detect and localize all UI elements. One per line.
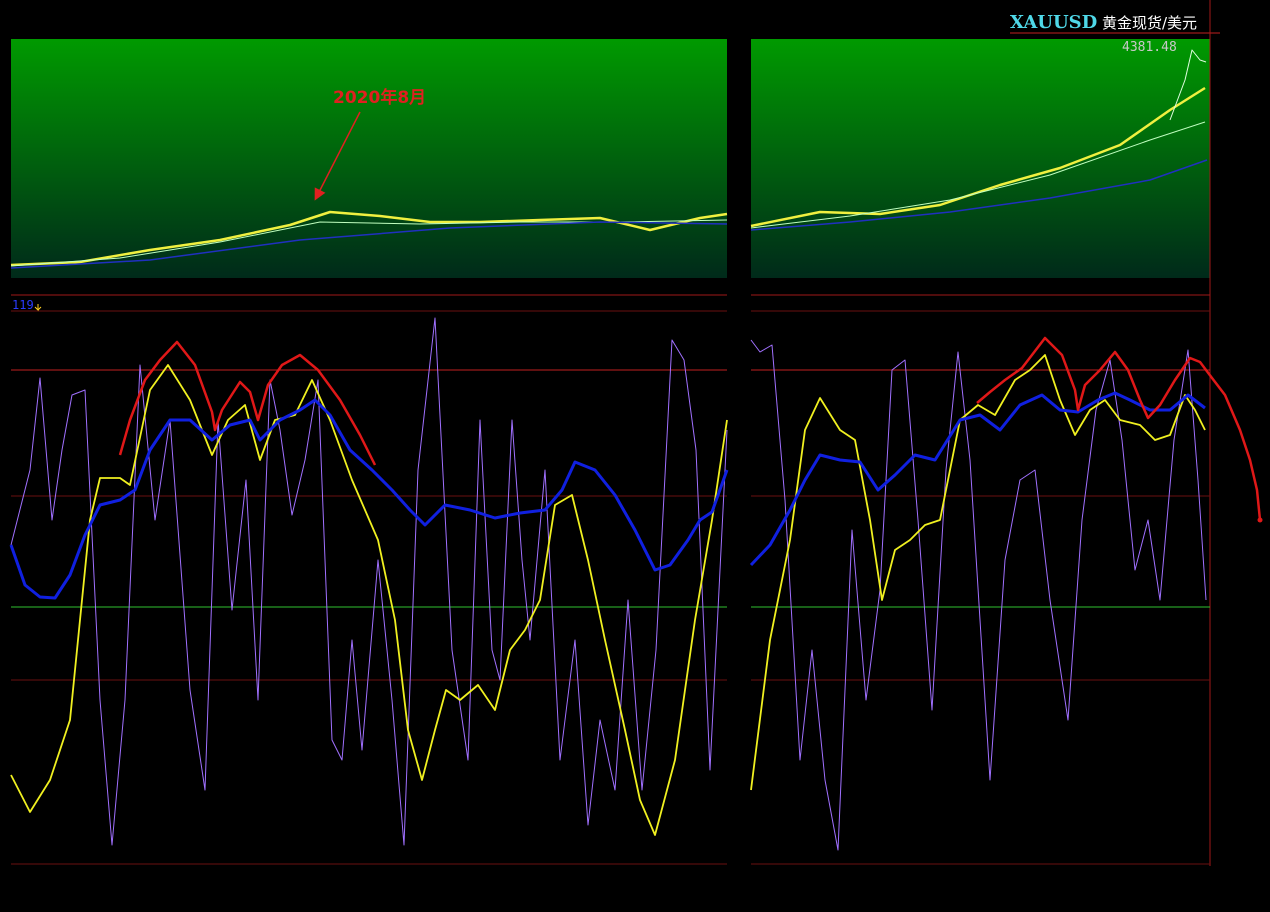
- last-price-label: 4381.48: [1122, 40, 1177, 55]
- signal-line-right: [749, 391, 1206, 567]
- peak-envelope-right: [976, 336, 1262, 521]
- symbol-title: XAUUSD: [1010, 12, 1097, 33]
- oscillator-top-label: 119: [12, 298, 34, 312]
- oscillator-lines: [9, 317, 1263, 851]
- peak-end-marker: [1257, 517, 1263, 523]
- slow-oscillator: [10, 364, 728, 836]
- peak-envelope: [118, 340, 377, 466]
- fast-oscillator: [10, 317, 728, 846]
- down-arrow-icon: [34, 304, 42, 312]
- oscillator-grid: [11, 294, 1210, 865]
- chart-canvas: XAUUSD 黄金现货/美元 4381.48 2020年8月 119: [9, 0, 1263, 866]
- instrument-name: 黄金现货/美元: [1102, 14, 1197, 32]
- price-panel-left: [11, 39, 727, 278]
- price-panel-right: [751, 39, 1210, 278]
- signal-line: [9, 398, 729, 600]
- date-annotation: 2020年8月: [333, 87, 426, 108]
